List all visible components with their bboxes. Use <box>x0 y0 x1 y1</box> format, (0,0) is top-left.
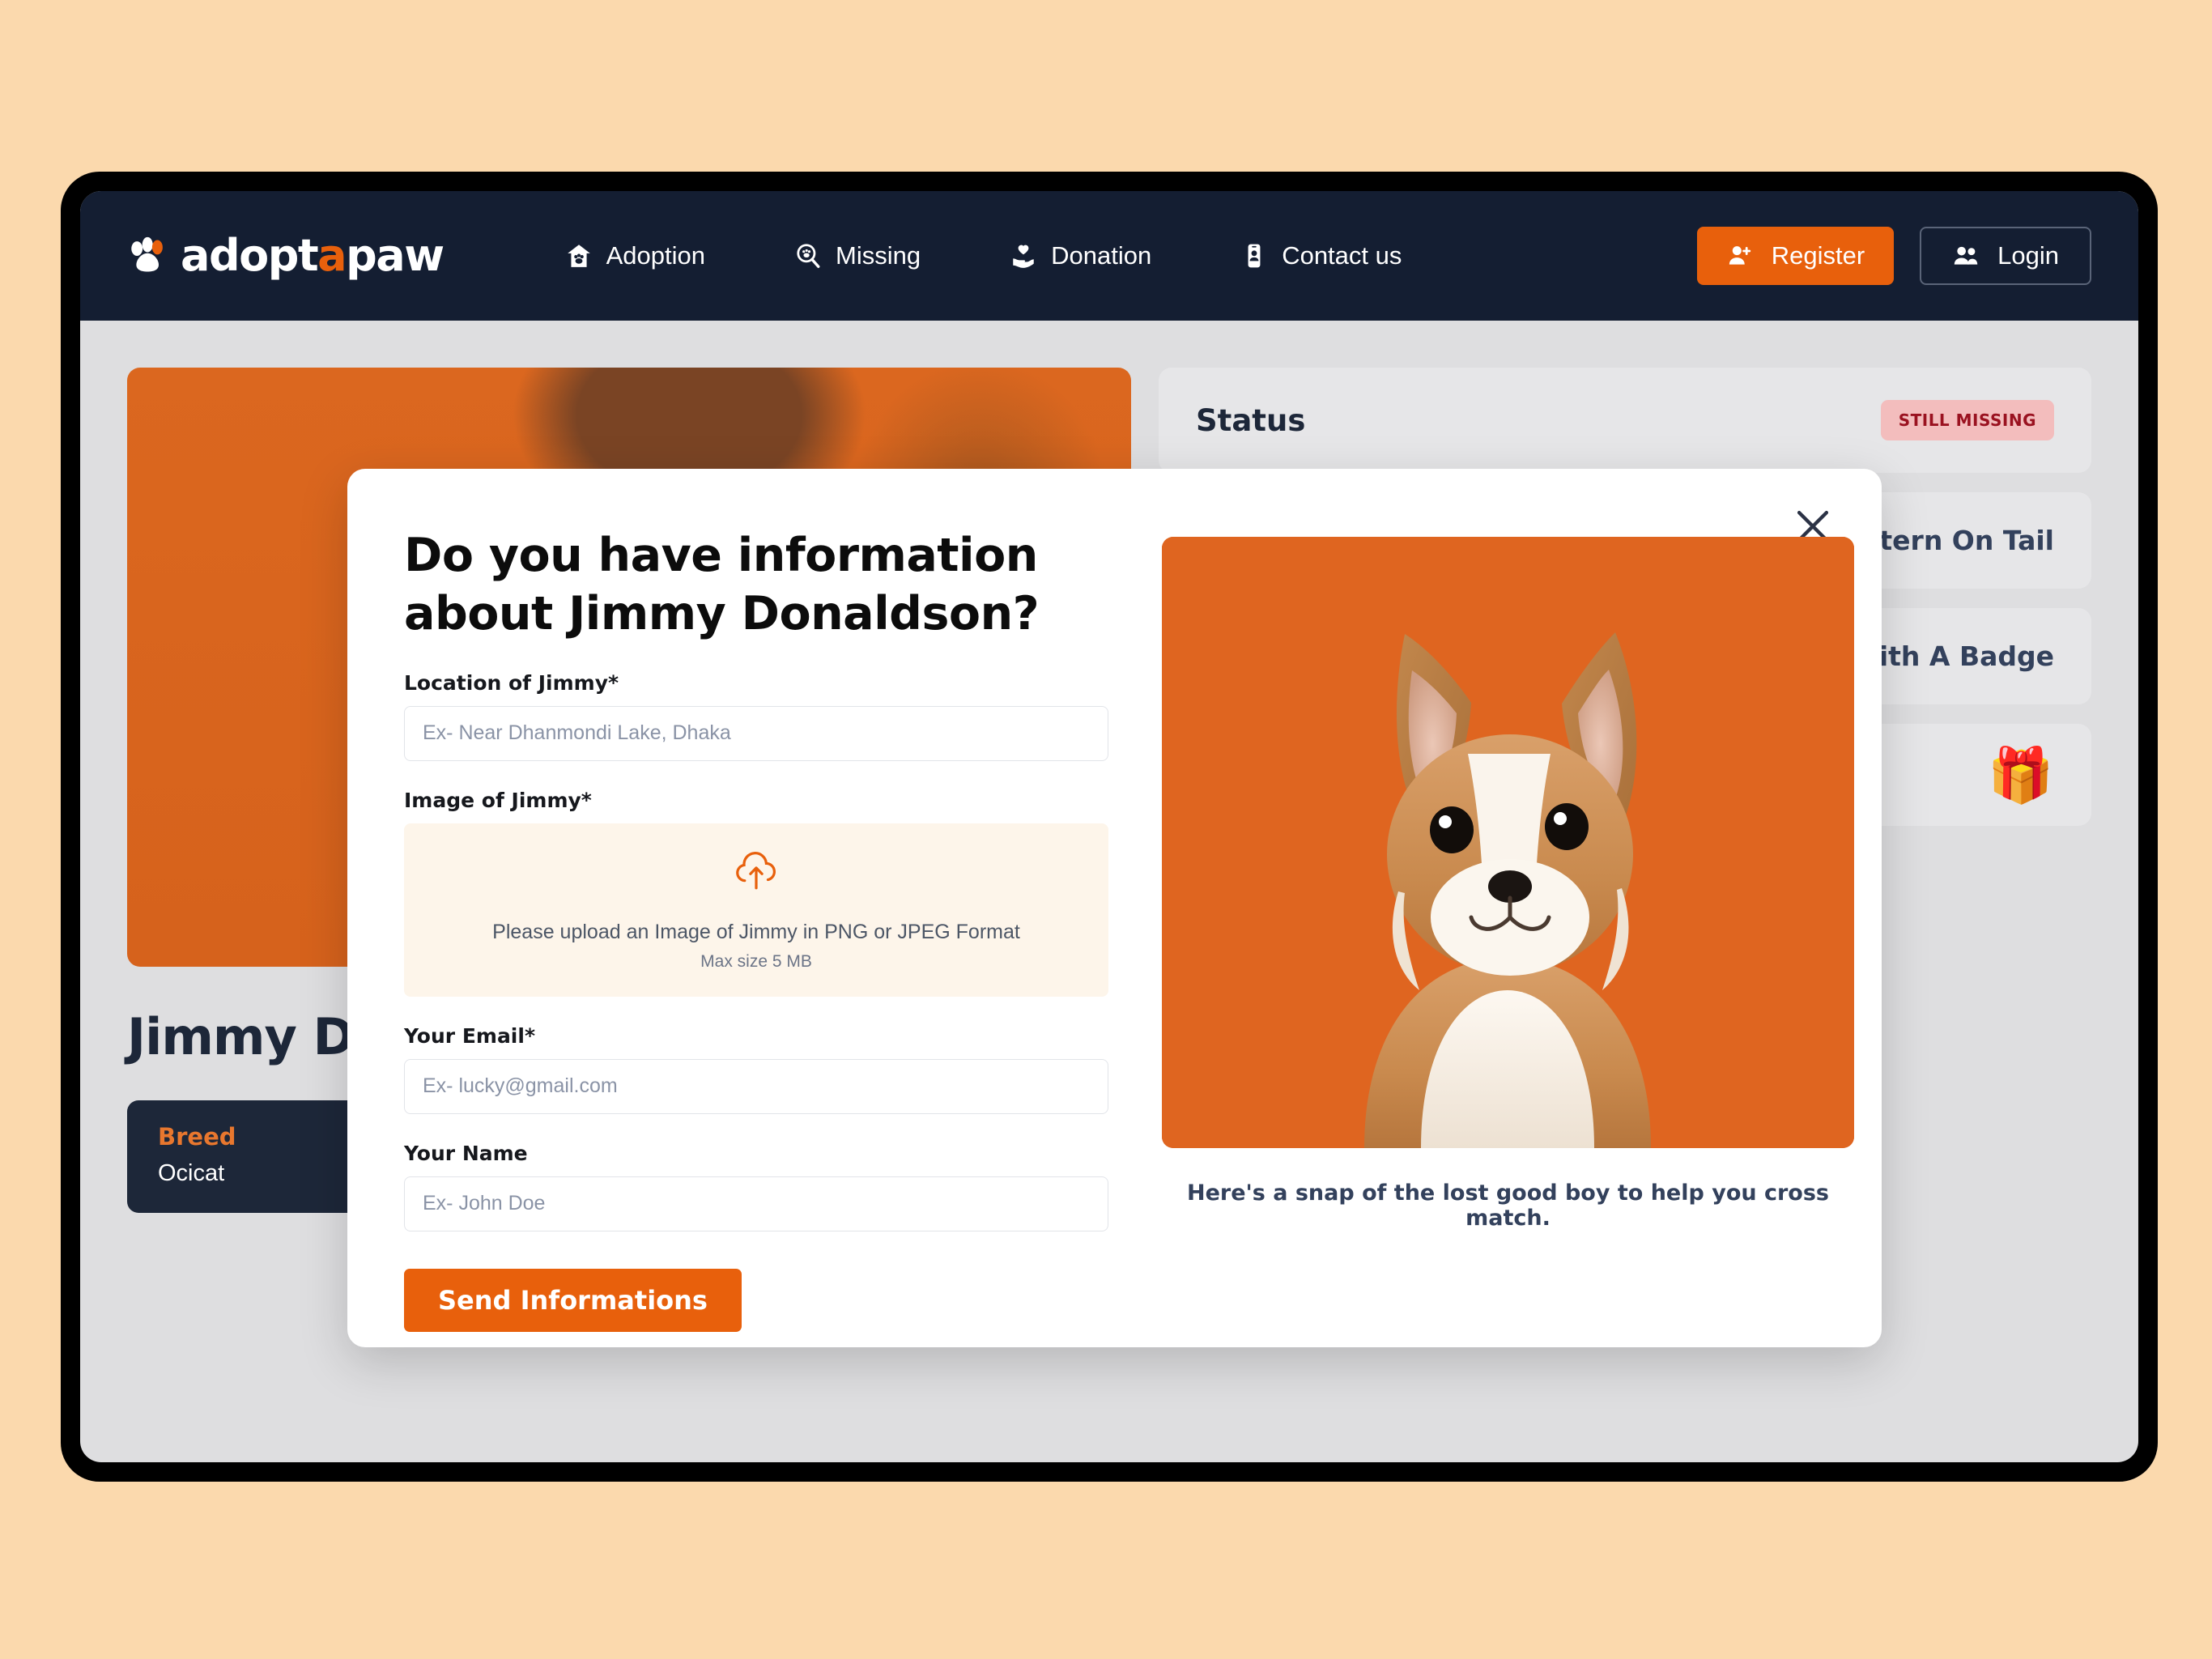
brand-text-part2: paw <box>346 230 445 281</box>
user-plus-icon <box>1729 246 1750 265</box>
gift-icon: 🎁 <box>1987 745 2054 805</box>
name-input[interactable] <box>404 1176 1108 1231</box>
register-button-label: Register <box>1771 241 1865 270</box>
nav-actions: Register Login <box>1696 227 2091 285</box>
cloud-upload-icon <box>736 852 776 890</box>
location-input[interactable] <box>404 705 1108 761</box>
nav-item-adoption-label: Adoption <box>606 241 705 270</box>
location-field-label: Location of Jimmy* <box>404 670 619 695</box>
device-frame: adoptapaw Adoption Missing Donation Cont… <box>61 172 2158 1482</box>
users-icon <box>1954 246 1978 265</box>
device-screen: adoptapaw Adoption Missing Donation Cont… <box>80 191 2138 1462</box>
information-modal: Do you have information about Jimmy Dona… <box>347 469 1882 1347</box>
brand-text-accent: a <box>317 230 347 281</box>
modal-photo-caption: Here's a snap of the lost good boy to he… <box>1186 1180 1830 1231</box>
send-informations-button[interactable]: Send Informations <box>404 1268 742 1332</box>
house-paw-icon <box>567 245 590 267</box>
corgi-puppy-photo <box>1162 537 1854 1148</box>
image-upload-secondary-text: Max size 5 MB <box>700 952 812 972</box>
login-button-label: Login <box>1997 241 2059 270</box>
register-button[interactable]: Register <box>1696 227 1895 285</box>
nav-item-missing-label: Missing <box>836 241 921 270</box>
brand-text: adoptapaw <box>181 234 445 278</box>
heart-hand-icon <box>1013 245 1034 268</box>
email-field-group: Your Email* <box>404 1024 1108 1114</box>
contact-card-icon <box>1248 244 1261 268</box>
nav-item-donation[interactable]: Donation <box>1010 241 1151 270</box>
nav-item-contact-us[interactable]: Contact us <box>1240 241 1402 270</box>
modal-title: Do you have information about Jimmy Dona… <box>404 529 1040 640</box>
location-field-group: Location of Jimmy* <box>404 671 1108 761</box>
brand-logo[interactable]: adoptapaw <box>127 234 445 278</box>
name-field-group: Your Name <box>404 1142 1108 1231</box>
image-upload-primary-text: Please upload an Image of Jimmy in PNG o… <box>492 921 1020 944</box>
corgi-illustration <box>1162 537 1854 1148</box>
image-upload-group: Image of Jimmy* Please upload an Image o… <box>404 789 1108 997</box>
nav-item-adoption[interactable]: Adoption <box>565 241 705 270</box>
login-button[interactable]: Login <box>1920 227 2091 285</box>
email-input[interactable] <box>404 1058 1108 1114</box>
status-title: Status <box>1196 402 1306 438</box>
email-field-label: Your Email* <box>404 1023 536 1048</box>
name-field-label: Your Name <box>404 1141 528 1165</box>
modal-photo-column: Here's a snap of the lost good boy to he… <box>1162 519 1854 1302</box>
nav-item-missing[interactable]: Missing <box>794 241 921 270</box>
image-upload-label: Image of Jimmy* <box>404 788 592 812</box>
magnifier-paw-icon <box>797 244 820 268</box>
modal-form-column: Do you have information about Jimmy Dona… <box>404 519 1108 1332</box>
nav-item-contact-us-label: Contact us <box>1282 241 1402 270</box>
status-badge: STILL MISSING <box>1880 400 2054 440</box>
brand-text-part1: adopt <box>181 230 319 281</box>
nav-item-donation-label: Donation <box>1051 241 1152 270</box>
nav-links: Adoption Missing Donation Contact us <box>565 241 1402 270</box>
paw-icon <box>131 236 163 272</box>
status-card: Status STILL MISSING <box>1159 368 2091 473</box>
navbar: adoptapaw Adoption Missing Donation Cont… <box>80 191 2138 321</box>
image-upload-dropzone[interactable]: Please upload an Image of Jimmy in PNG o… <box>404 823 1108 997</box>
